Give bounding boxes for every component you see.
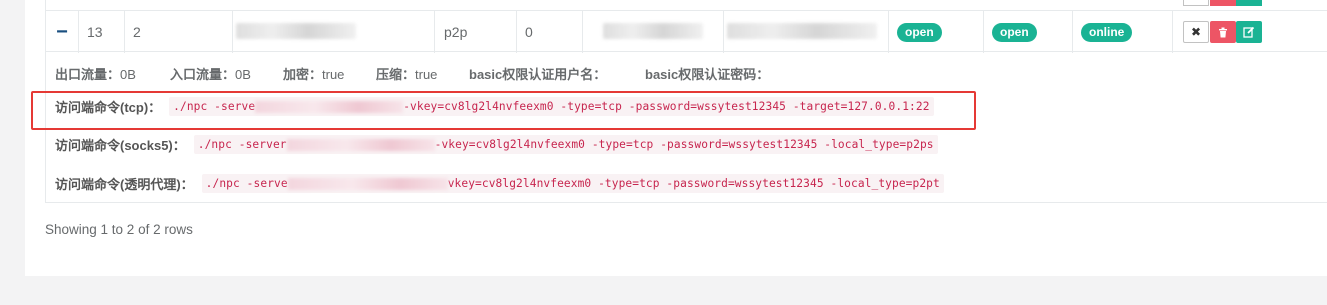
close-icon: ✖ [1190,25,1202,39]
client-id-cell: 2 [125,11,233,53]
out-traffic: 出口流量：0B [55,67,136,82]
table-row: − 13 2 p2p 0 open open online ✖ [46,10,1327,53]
transparent-proxy-command: 访问端命令(透明代理)： ./npc -serve vkey=cv8lg2l4nv… [55,174,944,193]
delete-button[interactable] [1210,21,1236,43]
mode: p2p [444,24,468,40]
in-traffic: 入口流量：0B [170,67,251,82]
redacted-server [603,23,703,39]
target-cell [724,11,889,53]
socks5-command-code[interactable]: ./npc -server -vkey=cv8lg2l4nvfeexm0 -typ… [193,135,938,154]
client-id: 2 [133,24,141,40]
id-cell: 13 [79,11,125,53]
flow-cell: 0 [517,11,583,53]
remark-cell [233,11,435,53]
trash-icon [1219,27,1227,37]
socks5-command: 访问端命令(socks5)： ./npc -server -vkey=cv8lg2… [55,135,938,154]
mode-cell: p2p [435,11,517,53]
expand-toggle-cell[interactable]: − [46,11,79,53]
edit-icon [1243,26,1255,38]
status2-cell: open [984,11,1073,53]
basic-auth-user: basic权限认证用户名： [469,67,607,82]
close-button[interactable]: ✖ [1183,21,1209,43]
status-badge: open [897,22,942,42]
pagination-info: Showing 1 to 2 of 2 rows [45,222,193,237]
status1-cell: open [889,11,984,53]
row-id: 13 [87,24,103,40]
server-cell [583,11,724,53]
redacted-target [727,23,877,39]
status-badge: open [992,22,1037,42]
edit-button[interactable] [1236,21,1262,43]
compress: 压缩：true [376,67,438,82]
content-panel: − 13 2 p2p 0 open open online ✖ 出口流量：0B … [25,0,1327,276]
minus-icon[interactable]: − [56,22,68,42]
previous-row-edge [46,0,1327,10]
encrypt: 加密：true [283,67,345,82]
redacted-remark [236,23,356,39]
basic-auth-password: basic权限认证密码： [645,67,770,82]
online-badge: online [1081,22,1133,42]
highlight-box [31,91,976,130]
transparent-proxy-command-code[interactable]: ./npc -serve vkey=cv8lg2l4nvfeexm0 -type=… [201,174,944,193]
status3-cell: online [1073,11,1173,53]
flow: 0 [525,24,533,40]
